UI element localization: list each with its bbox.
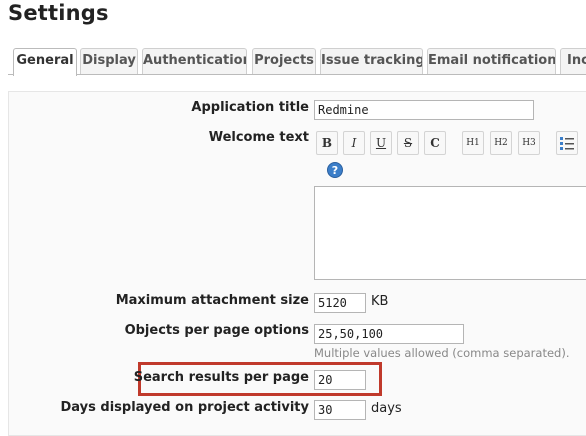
tab-general[interactable]: General — [13, 48, 77, 76]
underline-icon[interactable]: U — [370, 131, 392, 155]
activity-days-label: Days displayed on project activity — [60, 400, 309, 415]
max-attachment-unit: KB — [371, 294, 389, 309]
strikethrough-icon[interactable]: S — [397, 131, 419, 155]
heading2-icon[interactable]: H2 — [490, 131, 512, 155]
welcome-text-label: Welcome text — [208, 130, 309, 145]
italic-icon[interactable]: I — [343, 131, 365, 155]
unordered-list-icon[interactable] — [556, 131, 578, 155]
tab-display[interactable]: Display — [80, 48, 138, 74]
heading3-icon[interactable]: H3 — [518, 131, 540, 155]
tab-authentication[interactable]: Authentication — [142, 48, 247, 74]
help-icon[interactable]: ? — [324, 158, 346, 182]
per-page-options-input[interactable] — [314, 324, 464, 344]
search-results-label: Search results per page — [133, 370, 309, 385]
bold-icon[interactable]: B — [316, 131, 338, 155]
tab-inc[interactable]: Inc — [560, 48, 586, 74]
svg-text:?: ? — [332, 164, 338, 177]
per-page-options-hint: Multiple values allowed (comma separated… — [314, 346, 570, 360]
activity-days-unit: days — [371, 401, 402, 416]
tab-baseline — [8, 74, 586, 75]
page-title: Settings — [8, 1, 109, 25]
app-title-label: Application title — [191, 100, 309, 115]
welcome-text-editor[interactable] — [314, 186, 586, 280]
search-results-input[interactable] — [314, 370, 366, 390]
per-page-options-label: Objects per page options — [124, 323, 309, 338]
max-attachment-input[interactable] — [314, 293, 366, 313]
code-icon[interactable]: C — [424, 131, 446, 155]
tab-projects[interactable]: Projects — [252, 48, 316, 74]
tab-issue-tracking[interactable]: Issue tracking — [320, 48, 423, 74]
max-attachment-label: Maximum attachment size — [115, 293, 309, 308]
heading1-icon[interactable]: H1 — [462, 131, 484, 155]
app-title-input[interactable] — [314, 100, 534, 120]
tab-email-notifications[interactable]: Email notifications — [427, 48, 556, 74]
activity-days-input[interactable] — [314, 400, 366, 420]
